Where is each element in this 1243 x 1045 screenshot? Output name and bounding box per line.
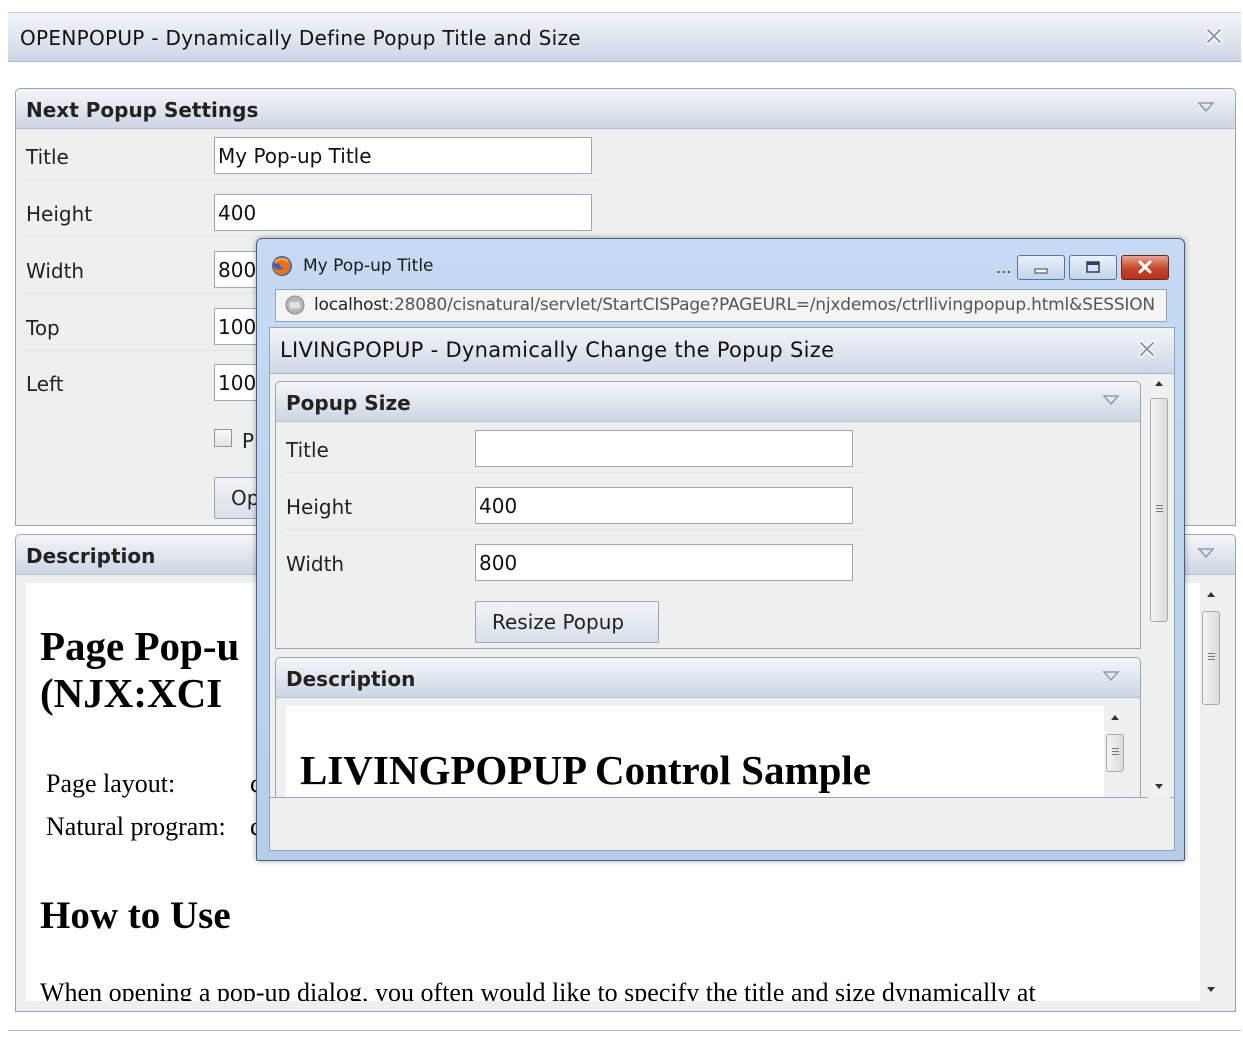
collapse-triangle-icon[interactable]	[1197, 547, 1215, 559]
scroll-up-icon[interactable]	[1104, 708, 1126, 728]
collapse-triangle-icon[interactable]	[1197, 101, 1215, 113]
page-layout-label: Page layout:	[46, 769, 176, 798]
url-text: localhost:28080/cisnatural/servlet/Start…	[314, 295, 1155, 315]
popup-description-content: LIVINGPOPUP Control Sample	[286, 706, 1104, 798]
panel-header: Next Popup Settings	[16, 89, 1235, 129]
row-divider	[284, 529, 864, 530]
window-title: My Pop-up Title	[303, 256, 434, 276]
popup-page-header: LIVINGPOPUP - Dynamically Change the Pop…	[270, 328, 1174, 374]
popup-page-title: LIVINGPOPUP - Dynamically Change the Pop…	[280, 338, 835, 362]
minimize-button[interactable]	[1017, 255, 1065, 280]
left-label: Left	[26, 372, 64, 396]
maximize-icon	[1086, 261, 1100, 273]
scroll-up-icon[interactable]	[1200, 585, 1222, 605]
scroll-thumb[interactable]	[1106, 734, 1124, 772]
checkbox-label: P	[242, 429, 255, 453]
scroll-up-icon[interactable]	[1148, 374, 1170, 394]
close-icon	[1138, 260, 1152, 274]
popup-title-input[interactable]	[475, 430, 853, 467]
description-heading: Page Pop-u (NJX:XCI	[40, 623, 240, 716]
width-label: Width	[26, 259, 85, 283]
scroll-down-icon[interactable]	[1200, 981, 1222, 1001]
title-input[interactable]	[214, 137, 592, 174]
page-title: OPENPOPUP - Dynamically Define Popup Tit…	[20, 26, 581, 50]
row-divider	[24, 236, 599, 237]
row-divider	[24, 293, 264, 294]
minimize-icon	[1034, 268, 1048, 274]
top-label: Top	[26, 316, 60, 340]
window-title-ellipsis: ...	[996, 258, 1012, 277]
how-to-use-heading: How to Use	[40, 894, 231, 937]
scroll-thumb[interactable]	[1202, 611, 1220, 705]
panel-title: Description	[26, 544, 156, 568]
popup-page-scrollbar[interactable]	[1148, 374, 1170, 798]
panel-header: Popup Size	[276, 382, 1140, 422]
row-divider	[24, 179, 599, 180]
row-divider	[24, 350, 264, 351]
popup-description-heading: LIVINGPOPUP Control Sample	[300, 747, 871, 793]
collapse-triangle-icon[interactable]	[1102, 670, 1120, 682]
maximize-button[interactable]	[1069, 255, 1117, 280]
popup-checkbox[interactable]	[214, 429, 232, 447]
popup-window: My Pop-up Title ... localhost:28080/cisn…	[256, 238, 1185, 861]
panel-title: Popup Size	[286, 391, 411, 415]
scroll-thumb[interactable]	[1150, 398, 1168, 622]
resize-popup-button[interactable]: Resize Popup	[475, 601, 659, 643]
firefox-icon	[271, 255, 293, 277]
panel-title: Next Popup Settings	[26, 98, 259, 122]
popup-title-label: Title	[286, 438, 329, 462]
title-label: Title	[26, 145, 69, 169]
popup-height-label: Height	[286, 495, 353, 519]
height-label: Height	[26, 202, 93, 226]
description-paragraph: When opening a pop-up dialog, you often …	[40, 978, 1036, 1001]
description-scrollbar[interactable]	[1200, 585, 1222, 1001]
natural-program-label: Natural program:	[46, 812, 226, 841]
height-input[interactable]	[214, 194, 592, 231]
window-close-button[interactable]	[1121, 255, 1169, 280]
close-icon[interactable]	[1203, 25, 1225, 47]
popup-client-area: LIVINGPOPUP - Dynamically Change the Pop…	[269, 327, 1175, 851]
collapse-triangle-icon[interactable]	[1102, 394, 1120, 406]
popup-width-label: Width	[286, 552, 345, 576]
scroll-down-icon[interactable]	[1148, 778, 1170, 798]
panel-title: Description	[286, 667, 416, 691]
popup-width-input[interactable]	[475, 544, 853, 581]
globe-icon	[285, 295, 305, 315]
popup-size-panel: Popup Size Title Height Width Resize Pop…	[275, 381, 1141, 649]
popup-height-input[interactable]	[475, 487, 853, 524]
popup-footer	[270, 798, 1174, 850]
panel-header: Description	[276, 658, 1140, 698]
page-header: OPENPOPUP - Dynamically Define Popup Tit…	[8, 12, 1241, 62]
url-bar[interactable]: localhost:28080/cisnatural/servlet/Start…	[275, 289, 1167, 322]
row-divider	[284, 472, 864, 473]
popup-description-scrollbar[interactable]	[1104, 708, 1126, 798]
footer-divider	[8, 1030, 1241, 1031]
close-icon[interactable]	[1136, 338, 1158, 360]
